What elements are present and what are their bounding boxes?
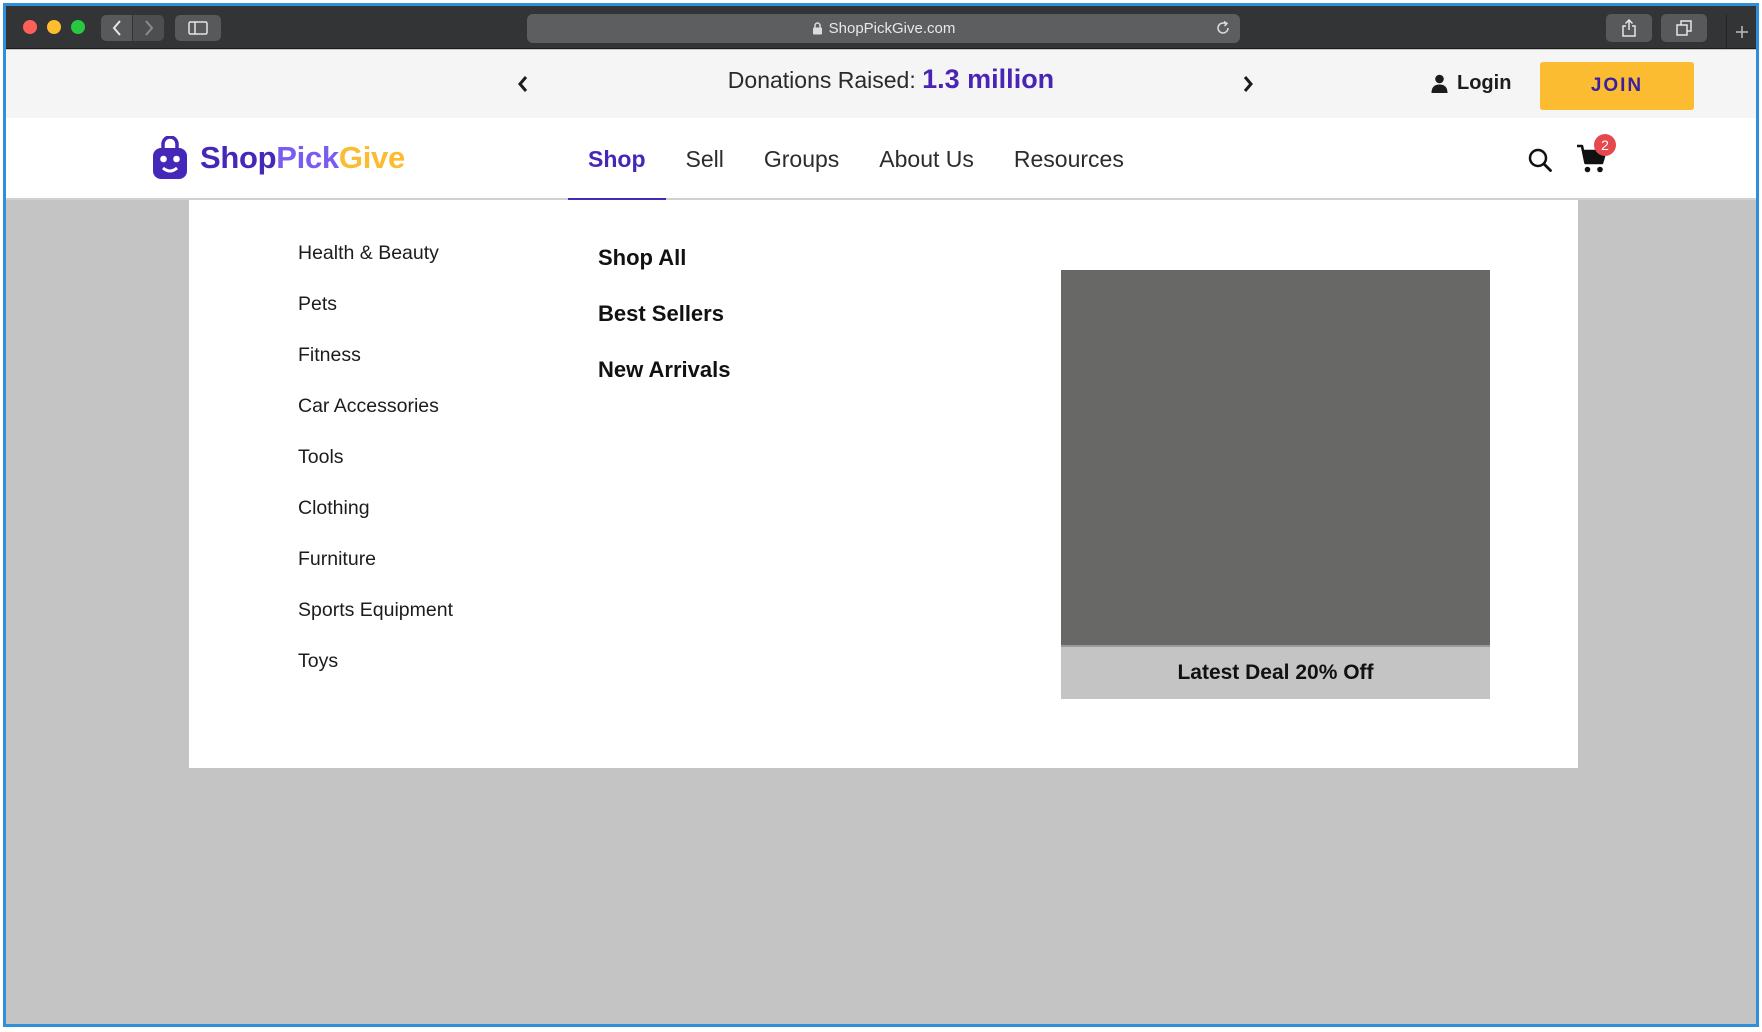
category-link-pets[interactable]: Pets [298,290,453,341]
new-arrivals-link[interactable]: New Arrivals [598,355,730,411]
chevron-left-icon [518,76,528,92]
cart-count-badge: 2 [1594,134,1616,156]
new-tab-button[interactable] [1726,15,1756,49]
lock-icon [812,22,822,35]
best-sellers-link[interactable]: Best Sellers [598,299,730,355]
site-logo[interactable]: ShopPickGive [152,136,405,180]
browser-window: ShopPickGive.com Donations Raised: 1.3 m… [3,3,1759,1027]
share-icon [1622,19,1636,37]
maximize-window-button[interactable] [71,20,85,34]
history-nav [101,15,164,41]
sidebar-icon [188,21,208,35]
shopping-bag-logo-icon [153,136,187,179]
shop-dropdown-menu: Health & Beauty Pets Fitness Car Accesso… [189,200,1578,768]
search-button[interactable] [1528,148,1552,177]
user-icon [1431,74,1448,93]
quick-links: Shop All Best Sellers New Arrivals [598,243,730,411]
deal-label: Latest Deal 20% Off [1061,645,1490,699]
category-link-car-accessories[interactable]: Car Accessories [298,392,453,443]
logo-part-pick: Pick [276,140,339,175]
login-label: Login [1457,72,1512,94]
category-link-toys[interactable]: Toys [298,647,453,698]
logo-part-give: Give [338,140,405,175]
url-text: ShopPickGive.com [828,20,956,37]
search-icon [1528,148,1552,172]
main-navigation: ShopPickGive Shop Sell Groups About Us R… [6,118,1756,202]
join-button[interactable]: JOIN [1540,62,1694,110]
nav-item-about-us[interactable]: About Us [879,118,974,200]
category-link-clothing[interactable]: Clothing [298,494,453,545]
minimize-window-button[interactable] [47,20,61,34]
category-link-sports-equipment[interactable]: Sports Equipment [298,596,453,647]
chevron-right-icon [144,20,153,36]
deal-image-placeholder [1061,270,1490,645]
promo-next-button[interactable] [1236,72,1260,96]
nav-item-shop[interactable]: Shop [568,118,666,202]
donations-banner: Donations Raised: 1.3 million [566,64,1216,95]
category-link-tools[interactable]: Tools [298,443,453,494]
category-list: Health & Beauty Pets Fitness Car Accesso… [298,239,453,698]
nav-item-groups[interactable]: Groups [764,118,839,200]
close-window-button[interactable] [23,20,37,34]
category-link-health-beauty[interactable]: Health & Beauty [298,239,453,290]
logo-text: ShopPickGive [200,140,405,176]
reload-icon[interactable] [1215,20,1231,36]
tab-overview-button[interactable] [1661,14,1707,42]
browser-toolbar: ShopPickGive.com [6,6,1756,49]
forward-button[interactable] [133,15,164,41]
chevron-left-icon [112,20,121,36]
logo-part-shop: Shop [200,140,277,175]
category-link-furniture[interactable]: Furniture [298,545,453,596]
plus-icon [1735,26,1748,38]
donations-label: Donations Raised: [727,67,916,93]
donations-value: 1.3 million [922,64,1055,94]
promo-prev-button[interactable] [511,72,535,96]
shop-all-link[interactable]: Shop All [598,243,730,299]
category-link-fitness[interactable]: Fitness [298,341,453,392]
sidebar-toggle-button[interactable] [175,15,221,41]
share-button[interactable] [1606,14,1652,42]
nav-item-resources[interactable]: Resources [1014,118,1124,200]
back-button[interactable] [101,15,132,41]
primary-menu: Shop Sell Groups About Us Resources [568,118,1164,202]
promo-bar: Donations Raised: 1.3 million Login JOIN [6,50,1756,118]
address-bar[interactable]: ShopPickGive.com [527,14,1240,43]
tabs-icon [1676,20,1692,36]
login-link[interactable]: Login [1431,72,1511,95]
chevron-right-icon [1243,76,1253,92]
nav-item-sell[interactable]: Sell [686,118,724,200]
latest-deal-card[interactable]: Latest Deal 20% Off [1061,270,1490,699]
